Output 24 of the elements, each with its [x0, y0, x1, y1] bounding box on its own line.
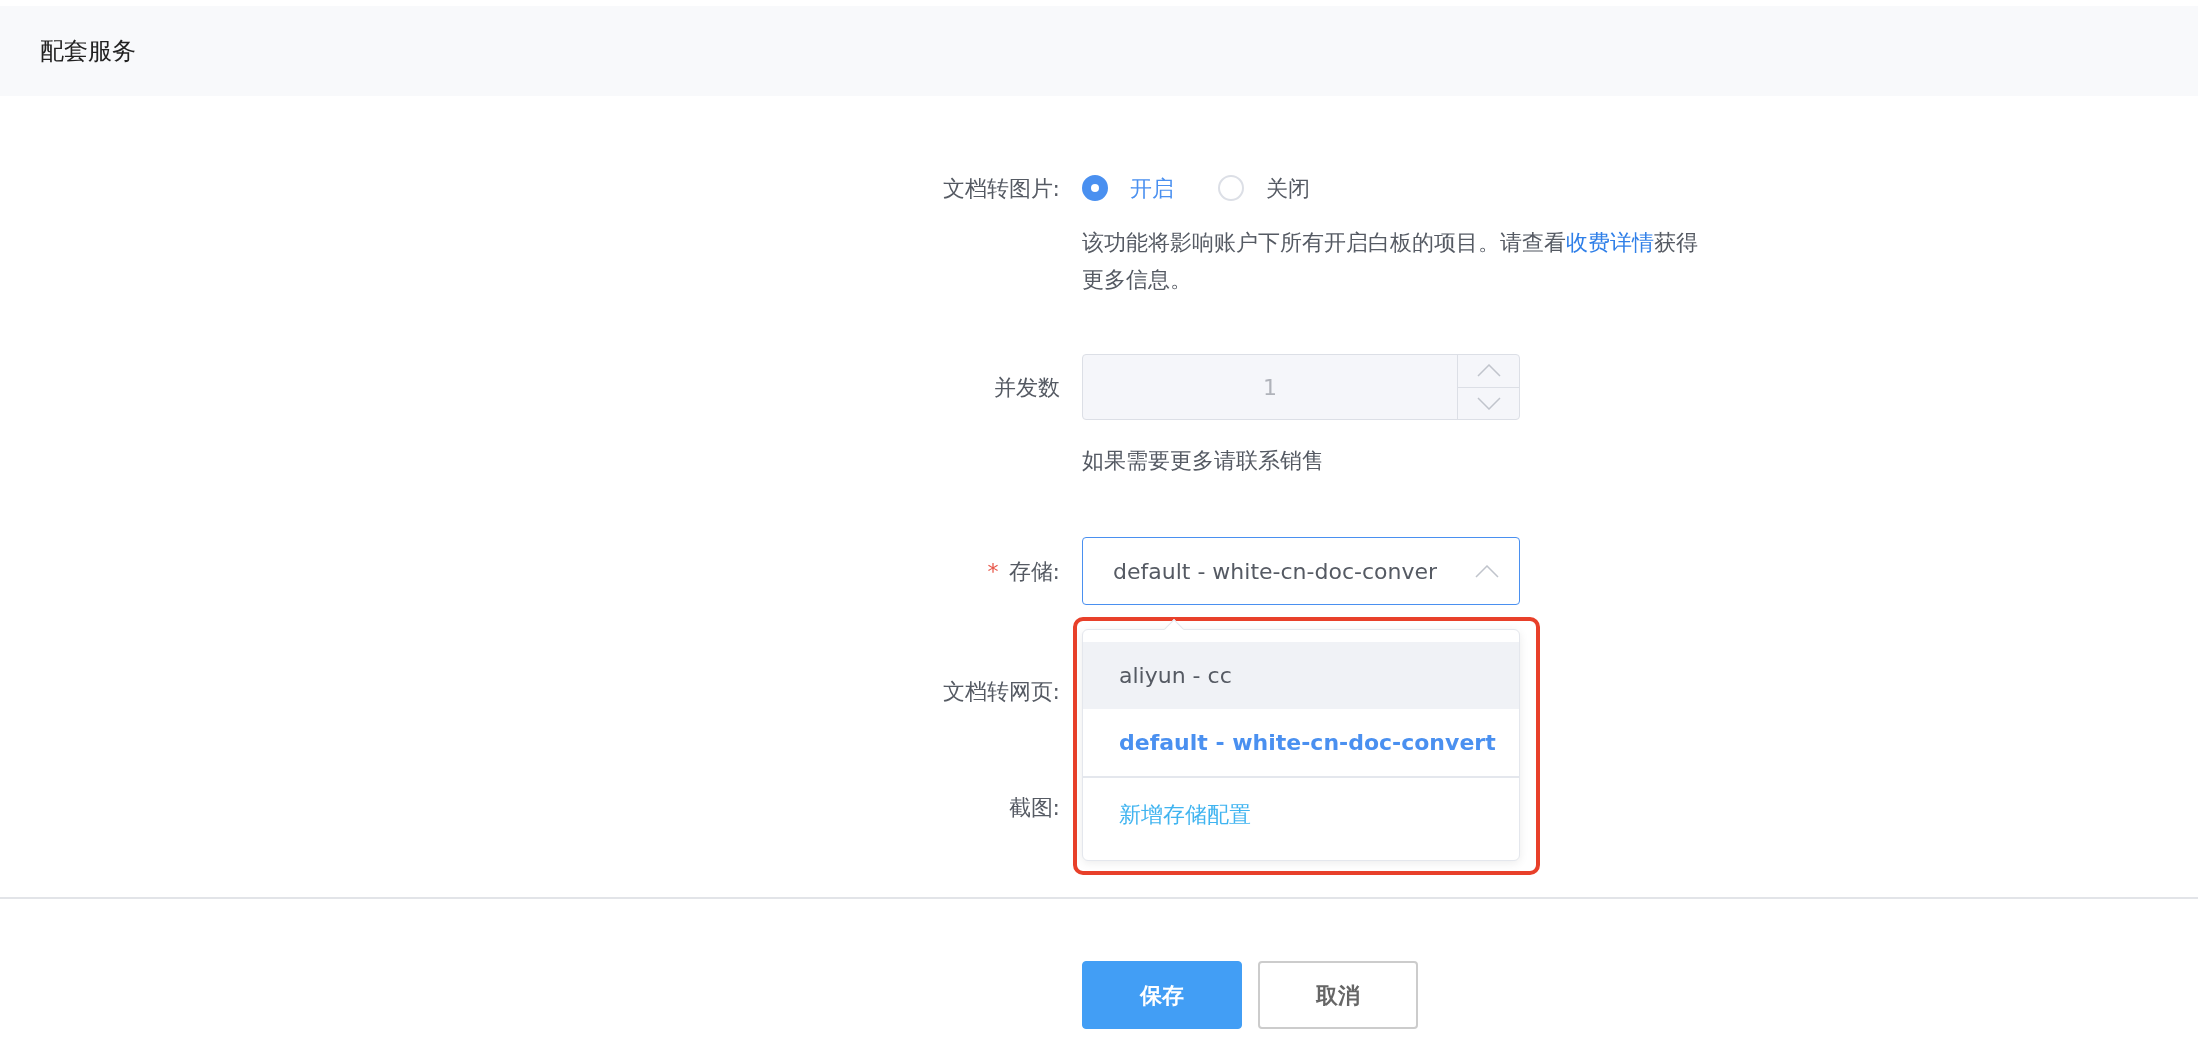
- pricing-link[interactable]: 收费详情: [1566, 230, 1654, 255]
- select-value: default - white-cn-doc-conver: [1113, 557, 1438, 586]
- field-label: 文档转图片:: [942, 174, 1060, 203]
- number-value: 1: [1262, 373, 1278, 402]
- field-label: 并发数: [994, 373, 1060, 402]
- select-field[interactable]: default - white-cn-doc-conver: [1082, 537, 1520, 605]
- radio-option[interactable]: 开启: [1082, 171, 1174, 205]
- hint-text: 如果需要更多请联系销售: [1082, 447, 1325, 475]
- dropdown-option[interactable]: default - white-cn-doc-convert: [1083, 709, 1519, 776]
- page-title: 配套服务: [40, 36, 136, 67]
- dropdown-option[interactable]: aliyun - cc: [1083, 642, 1519, 709]
- radio-option[interactable]: 关闭: [1218, 171, 1310, 205]
- field-label: 文档转网页:: [942, 677, 1060, 706]
- radio-circle[interactable]: [1082, 175, 1108, 201]
- save-button[interactable]: 保存: [1082, 961, 1242, 1029]
- add-storage-link[interactable]: 新增存储配置: [1083, 776, 1519, 850]
- chevron-down-icon: [1476, 396, 1501, 410]
- chevron-up-icon: [1476, 364, 1501, 378]
- cancel-button[interactable]: 取消: [1258, 961, 1418, 1029]
- required-mark: *: [987, 557, 999, 586]
- hint-text: 该功能将影响账户下所有开启白板的项目。请查看收费详情获得更多信息。: [1082, 229, 1699, 294]
- field-label: 存储:: [1008, 557, 1060, 586]
- chevron-up-icon: [1475, 564, 1499, 578]
- field-label: 截图:: [1008, 793, 1060, 822]
